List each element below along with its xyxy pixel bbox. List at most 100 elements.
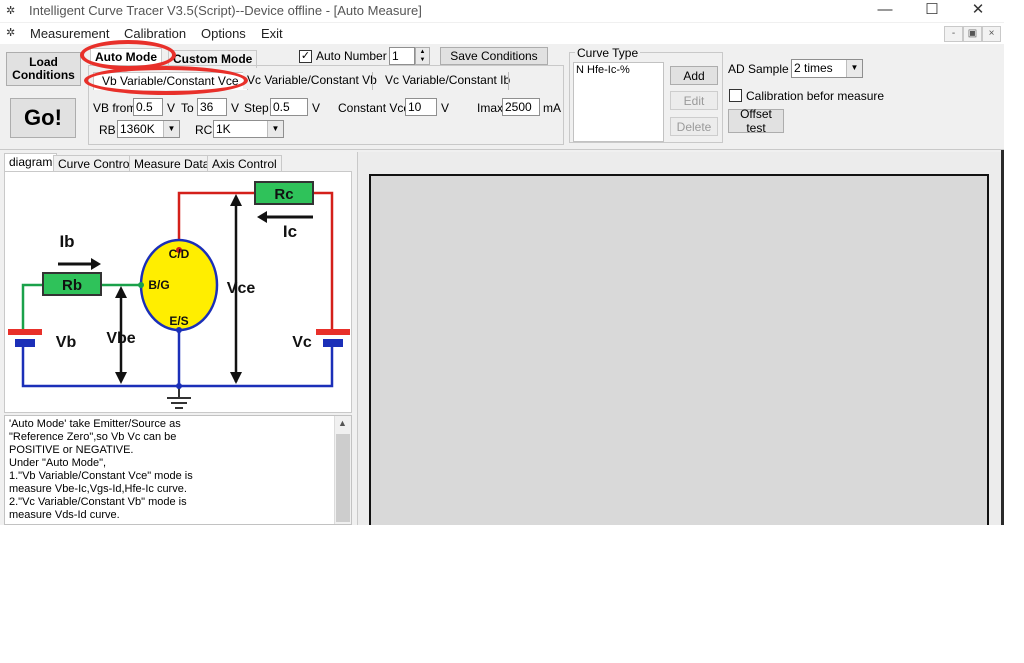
tab-vc-variable-constant-ib[interactable]: Vc Variable/Constant Ib [381,72,515,89]
calibration-label: Calibration befor measure [746,89,885,103]
help-line: POSITIVE or NEGATIVE. [9,444,134,456]
tab-vb-variable-constant-vce[interactable]: Vb Variable/Constant Vce [93,72,248,90]
offset-test-button[interactable]: Offset test [728,107,784,135]
help-scrollbar[interactable]: ▲ [334,416,351,524]
vc-battery-plus [316,329,350,335]
sub-tab-separator [372,72,373,90]
ad-sample-select[interactable]: 2 times ▼ [791,59,863,78]
auto-number-input[interactable]: 1 [389,47,415,65]
constant-vce-unit: V [441,101,450,115]
scroll-up-icon[interactable]: ▲ [338,418,347,428]
rc-select[interactable]: 1K ▼ [213,120,284,138]
es-label: E/S [169,314,188,328]
imax-unit: mA [543,101,561,115]
chevron-down-icon: ▼ [267,121,283,137]
ic-label: Ic [283,222,297,241]
load-conditions-button[interactable]: Load Conditions [6,52,81,86]
minimize-button[interactable]: — [862,0,908,22]
vbe-label: Vbe [106,330,135,347]
vc-battery-minus [323,339,343,347]
maximize-button[interactable]: ☐ [909,0,955,22]
auto-number-checkbox[interactable]: ✓ [299,50,312,63]
ic-arrowhead [257,211,267,223]
menu-exit[interactable]: Exit [261,26,283,41]
menu-calibration[interactable]: Calibration [124,26,186,41]
help-line: measure Vds-Id curve. [9,509,120,521]
window-title: Intelligent Curve Tracer V3.5(Script)--D… [29,3,422,18]
close-button[interactable]: ✕ [955,0,1001,22]
bg-label: B/G [148,278,169,292]
calibration-checkbox[interactable] [729,89,742,102]
circuit-diagram-panel: Rc Ic Ib Rb C/D B/G E/S Vce Vbe Vb Vc [4,171,352,413]
ad-sample-value: 2 times [794,61,833,75]
vb-from-label: VB from [93,101,137,115]
load-conditions-label-2: Conditions [12,68,75,82]
edit-curve-button[interactable]: Edit [670,91,718,110]
auto-number-label: Auto Number [316,49,387,63]
curve-tracer-app-icon: ✲ [6,5,16,17]
curve-type-item[interactable]: N Hfe-Ic-% [576,64,630,76]
imax-input[interactable]: 2500 [502,98,540,116]
help-textarea[interactable]: 'Auto Mode' take Emitter/Source as "Refe… [4,415,352,525]
mdi-restore-button[interactable]: ▣ [963,26,982,42]
vb-label: Vb [56,334,77,351]
save-conditions-button[interactable]: Save Conditions [440,47,548,65]
vce-label: Vce [227,280,256,297]
delete-curve-button[interactable]: Delete [670,117,718,136]
rb-label: RB [99,123,116,137]
ib-arrowhead [91,258,101,270]
curve-type-title: Curve Type [575,46,641,60]
vbe-arrowhead-down [115,372,127,384]
app-window: ✲ Intelligent Curve Tracer V3.5(Script)-… [0,0,1004,525]
step-input[interactable]: 0.5 [270,98,308,116]
imax-label: Imax [477,101,504,115]
plot-area[interactable] [369,174,989,525]
mdi-child-icon: ✲ [6,27,16,39]
help-line: measure Vbe-Ic,Vgs-Id,Hfe-Ic curve. [9,483,187,495]
step-label: Step [244,101,269,115]
add-curve-button[interactable]: Add [670,66,718,85]
rb-select-value: 1360K [120,122,155,136]
title-bar: ✲ Intelligent Curve Tracer V3.5(Script)-… [0,0,1004,22]
cd-label: C/D [169,247,190,261]
chevron-down-icon: ▼ [846,60,862,77]
menu-measurement[interactable]: Measurement [30,26,109,41]
go-button[interactable]: Go! [10,98,76,138]
step-unit: V [312,101,321,115]
to-label: To [181,101,194,115]
help-line: "Reference Zero",so Vb Vc can be [9,431,177,443]
rc-label: RC [195,123,213,137]
to-input[interactable]: 36 [197,98,227,116]
tab-auto-mode[interactable]: Auto Mode [90,48,162,66]
menu-bar: ✲ Measurement Calibration Options Exit -… [0,23,1004,44]
vc-label: Vc [292,334,312,351]
vb-battery-plus [8,329,42,335]
ground-dot [176,383,182,389]
tab-vc-variable-constant-vb[interactable]: Vc Variable/Constant Vb [243,72,381,89]
vb-battery-minus [15,339,35,347]
constant-vce-input[interactable]: 10 [405,98,437,116]
chevron-down-icon: ▼ [163,121,179,137]
vb-from-input[interactable]: 0.5 [133,98,163,116]
vce-arrowhead-up [230,194,242,206]
mdi-minimize-button[interactable]: - [944,26,963,42]
toolbar-divider [0,149,1004,150]
scroll-thumb[interactable] [336,434,350,522]
rb-label: Rb [62,277,82,294]
rb-select[interactable]: 1360K ▼ [117,120,180,138]
mdi-close-button[interactable]: × [982,26,1001,42]
tab-diagram[interactable]: diagram [4,153,58,171]
curve-type-list[interactable]: N Hfe-Ic-% [573,62,664,142]
help-line: Under "Auto Mode", [9,457,107,469]
auto-number-spinner[interactable]: ▲ ▼ [415,47,430,65]
rc-select-value: 1K [216,122,231,136]
vce-arrowhead-down [230,372,242,384]
to-unit: V [231,101,240,115]
vb-from-unit: V [167,101,176,115]
right-edge-border [1001,150,1004,525]
help-line: 1."Vb Variable/Constant Vce" mode is [9,470,193,482]
sub-tab-separator-2 [508,72,509,90]
base-dot [138,282,144,288]
vbe-arrowhead-up [115,286,127,298]
menu-options[interactable]: Options [201,26,246,41]
